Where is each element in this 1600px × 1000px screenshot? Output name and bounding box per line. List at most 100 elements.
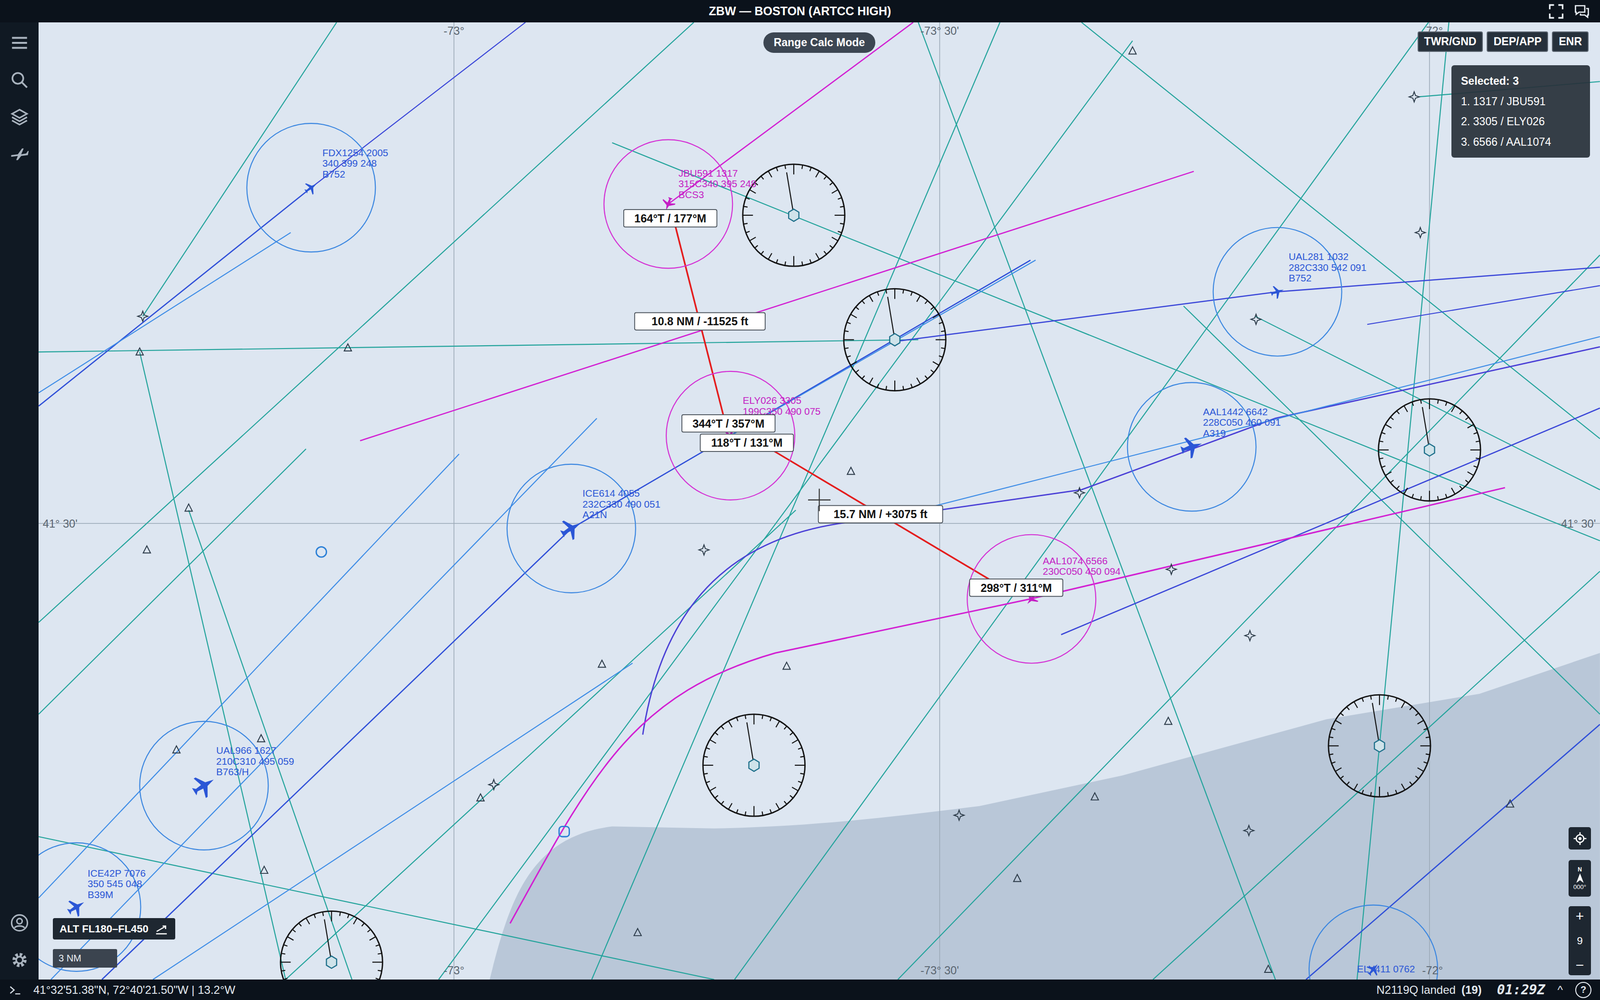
expand-button[interactable]: ^ [1557,983,1563,997]
event-message[interactable]: N2119Q landed [1376,983,1456,997]
data-block[interactable]: ICE42P 7076350 545 048B39M [87,867,146,900]
aircraft-target[interactable]: AAL1442 6642228C050 460 091A319 [1127,382,1281,511]
aircraft-icon[interactable] [301,178,320,197]
fix-triangle-icon[interactable] [782,662,790,670]
locate-button[interactable] [1568,827,1591,850]
chat-icon[interactable] [1573,2,1591,20]
fix-triangle-icon[interactable] [598,660,606,668]
zoom-in-button[interactable]: + [1575,909,1585,924]
radar-map[interactable]: FDX1254 2005340 399 248B752 JBU591 131731… [38,22,1600,980]
fix-triangle-icon[interactable] [185,503,193,511]
help-button[interactable]: ? [1575,981,1592,999]
terminal-icon[interactable] [8,983,22,997]
view-button[interactable]: ENR [1551,31,1589,52]
fix-triangle-icon[interactable] [1164,717,1172,725]
aircraft-target[interactable]: ICE614 4055232C330 490 051A21N [507,464,661,593]
aircraft-target[interactable]: AAL1074 6566230C050 450 094 [967,534,1121,664]
aircraft-target[interactable]: FDX1254 2005340 399 248B752 [246,123,389,252]
data-block[interactable]: ICE614 4055232C330 490 051A21N [582,487,661,520]
compass-tick [838,197,842,200]
vor-compass-rose[interactable] [280,910,383,980]
selection-item[interactable]: 1. 1317 / JBU591 [1460,91,1581,112]
fix-triangle-icon[interactable] [260,866,268,874]
fix-triangle-icon[interactable] [257,734,265,742]
search-icon[interactable] [9,70,30,90]
gear-icon[interactable] [9,950,30,970]
aircraft-icon[interactable] [556,513,586,543]
fix-triangle-icon[interactable] [1129,46,1137,54]
fix-triangle-icon[interactable] [172,745,180,753]
waypoint-icon[interactable] [953,810,964,820]
data-block[interactable]: ELY411 0762 [1357,963,1416,975]
compass-tick [791,787,799,791]
aircraft-icon[interactable] [1178,433,1206,460]
waypoint-icon[interactable] [1409,91,1420,102]
compass-tick [823,251,827,255]
selection-item[interactable]: 3. 6566 / AAL1074 [1460,131,1581,153]
fix-triangle-icon[interactable] [1264,965,1272,973]
aircraft-target[interactable]: UAL281 1032282C330 542 091B752 [1213,227,1367,357]
vor-compass-rose[interactable] [843,288,946,391]
range-ring-setting[interactable]: 3 NM [52,949,118,968]
compass-tick [829,245,833,249]
compass-tick [1401,783,1406,790]
plane-icon[interactable] [9,144,30,165]
layers-icon[interactable] [9,107,30,128]
fix-triangle-icon[interactable] [143,545,151,553]
waypoint-icon[interactable] [1074,487,1085,498]
vor-compass-rose[interactable] [1328,694,1431,797]
fix-triangle-icon[interactable] [1013,874,1021,882]
data-block[interactable]: UAL966 1627210C310 495 059B763/H [216,744,295,778]
fix-triangle-icon[interactable] [1090,792,1099,800]
aircraft-target[interactable]: ICE42P 7076350 545 048B39M [38,842,146,972]
zoom-out-button[interactable]: − [1575,958,1585,973]
view-button[interactable]: DEP/APP [1486,31,1549,52]
waypoint-icon[interactable] [488,779,499,790]
waypoint-icon[interactable] [1415,227,1426,238]
airport-icon[interactable] [559,826,570,837]
fullscreen-icon[interactable] [1547,2,1565,20]
aircraft-target[interactable]: ELY411 0762 [1309,905,1438,980]
range-lines [673,218,1005,589]
aircraft-target[interactable]: ELY026 3305199C350 490 075 [666,371,821,500]
aircraft-icon[interactable] [64,894,90,920]
range-calc-mode-badge[interactable]: Range Calc Mode [763,32,876,53]
data-block[interactable]: AAL1074 6566230C050 450 094 [1042,555,1121,578]
compass-tick [877,383,879,388]
compass-tick [840,206,844,207]
vor-compass-rose[interactable] [702,714,805,817]
fix-triangle-icon[interactable] [847,467,855,475]
fix-triangle-icon[interactable] [136,348,144,356]
waypoint-icon[interactable] [137,310,148,321]
fix-triangle-icon[interactable] [344,343,352,351]
vor-compass-rose[interactable] [1378,399,1481,501]
menu-icon[interactable] [9,32,30,53]
waypoint-icon[interactable] [1250,314,1261,325]
airport-icon[interactable] [316,546,327,557]
aircraft-target[interactable]: UAL966 1627210C310 495 059B763/H [139,721,294,850]
data-block[interactable]: ELY026 3305199C350 490 075 [742,394,821,417]
data-block[interactable]: FDX1254 2005340 399 248B752 [322,147,389,180]
vor-compass-rose[interactable] [742,164,845,267]
waypoint-icon[interactable] [1243,825,1254,836]
fix-triangle-icon[interactable] [476,793,484,801]
data-block[interactable]: UAL281 1032282C330 542 091B752 [1288,250,1367,284]
aircraft-target[interactable]: JBU591 1317315C340 395 248BCS3 [603,139,757,269]
waypoint-icon[interactable] [699,544,710,555]
data-block[interactable]: AAL1442 6642228C050 460 091A319 [1202,406,1281,439]
waypoint-icon[interactable] [1166,564,1177,575]
user-icon[interactable] [9,912,30,933]
grid-line [1429,22,1430,980]
waypoint-icon[interactable] [1244,630,1255,641]
selection-item[interactable]: 2. 3305 / ELY026 [1460,111,1581,132]
fix-triangle-icon[interactable] [633,928,641,936]
aircraft-icon[interactable] [1269,283,1286,300]
aircraft-icon[interactable] [188,770,220,802]
map-canvas[interactable]: FDX1254 2005340 399 248B752 JBU591 131731… [38,22,1600,980]
altitude-filter[interactable]: ALT FL180–FL450 [52,918,176,940]
fix-triangle-icon[interactable] [1506,800,1514,808]
data-block[interactable]: JBU591 1317315C340 395 248BCS3 [678,167,757,200]
compass-tick [1403,405,1408,412]
north-button[interactable]: N000° [1568,860,1591,897]
view-button[interactable]: TWR/GND [1417,31,1484,52]
